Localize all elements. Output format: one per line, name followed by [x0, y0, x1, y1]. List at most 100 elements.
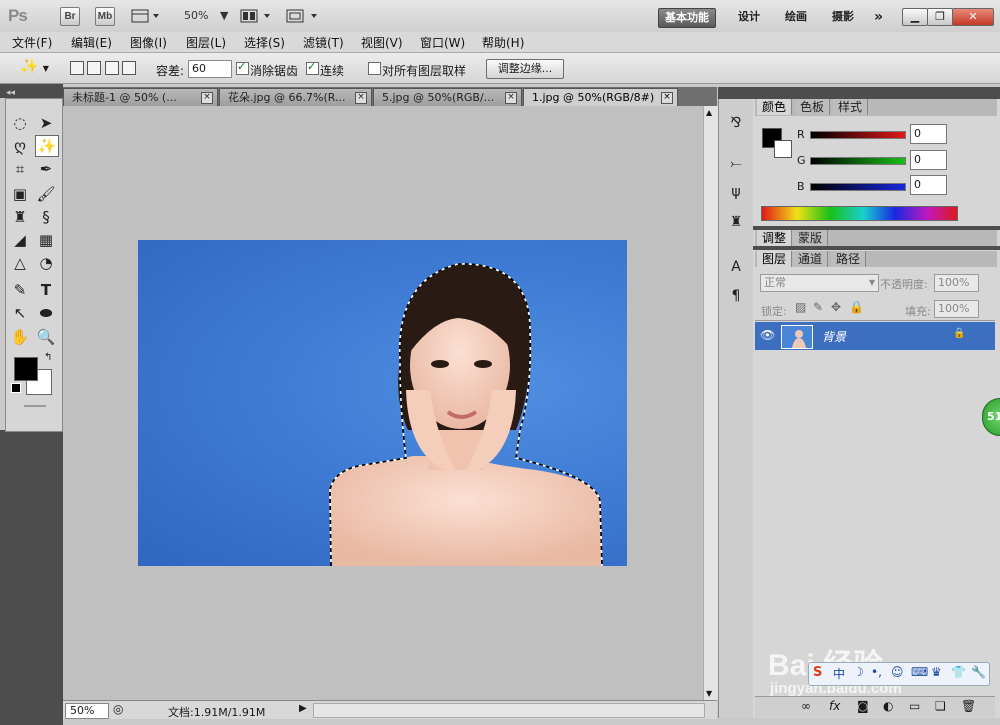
channel-r-slider[interactable]	[810, 131, 906, 139]
trash-icon[interactable]: 🗑	[961, 699, 976, 713]
character-panel-icon[interactable]: A	[723, 257, 749, 277]
restore-button[interactable]: ❐	[927, 8, 953, 26]
crop-tool-icon[interactable]: ⌗	[9, 159, 31, 179]
document-image[interactable]	[138, 240, 627, 566]
view-extras-dropdown[interactable]	[131, 8, 161, 24]
document-tab-active[interactable]: 1.jpg @ 50%(RGB/8#) ×	[523, 88, 678, 106]
default-colors-icon[interactable]	[11, 383, 21, 393]
ime-moon-icon[interactable]: ☽	[853, 665, 864, 679]
menu-window[interactable]: 窗口(W)	[420, 34, 465, 51]
eraser-tool-icon[interactable]: ◢	[9, 230, 31, 250]
history-brush-tool-icon[interactable]: §	[35, 207, 57, 227]
status-zoom-field[interactable]: 50%	[65, 703, 109, 719]
clone-source-icon[interactable]: ♜	[723, 212, 749, 232]
eye-visibility-icon[interactable]: 👁	[760, 328, 775, 342]
document-tab[interactable]: 未标题-1 @ 50% (... ×	[63, 88, 218, 106]
tolerance-input[interactable]: 60	[188, 60, 232, 78]
ime-hat-icon[interactable]: ♛	[931, 665, 942, 679]
close-button[interactable]: ✕	[952, 8, 994, 26]
shape-tool-icon[interactable]: ⬬	[35, 303, 57, 323]
tab-layers[interactable]: 图层	[757, 251, 793, 267]
channel-g-slider[interactable]	[810, 157, 906, 165]
channel-b-input[interactable]: 0	[910, 175, 947, 195]
workspace-photography[interactable]: 摄影	[826, 8, 860, 26]
document-tab[interactable]: 花朵.jpg @ 66.7%(R... ×	[219, 88, 372, 106]
link-layers-icon[interactable]: ∞	[801, 699, 811, 713]
lock-transparency-icon[interactable]: ▨	[795, 300, 806, 314]
brush-presets-icon[interactable]: ⤚	[723, 154, 749, 174]
layer-row[interactable]: 👁 背景 🔒	[755, 322, 995, 350]
ime-toolbar[interactable]: S 中 ☽ •, ☺ ⌨ ♛ 👕 🔧	[808, 662, 990, 686]
tab-masks[interactable]: 蒙版	[793, 230, 829, 246]
brush-panel-icon[interactable]: ψ	[723, 182, 749, 202]
toolbox-header[interactable]: ◂◂	[0, 84, 63, 98]
arrange-documents-dropdown[interactable]	[240, 8, 274, 24]
tab-styles[interactable]: 样式	[833, 99, 869, 115]
path-selection-tool-icon[interactable]: ↖	[9, 303, 31, 323]
brush-tool-icon[interactable]: 🖌	[35, 184, 57, 204]
screen-mode-dropdown[interactable]	[286, 8, 320, 24]
tab-swatches[interactable]: 色板	[795, 99, 831, 115]
new-group-icon[interactable]: ▭	[909, 699, 920, 713]
tab-paths[interactable]: 路径	[831, 251, 867, 267]
subtract-from-selection-icon[interactable]	[105, 61, 119, 75]
menu-filter[interactable]: 滤镜(T)	[303, 34, 344, 51]
tab-color[interactable]: 颜色	[757, 99, 793, 115]
scroll-down-icon[interactable]: ▼	[706, 689, 712, 698]
menu-help[interactable]: 帮助(H)	[482, 34, 524, 51]
quick-mask-icon[interactable]	[24, 405, 46, 407]
lock-all-icon[interactable]: 🔒	[849, 300, 864, 314]
ime-chinese-icon[interactable]: 中	[833, 665, 845, 682]
swap-colors-icon[interactable]: ↰	[44, 352, 52, 363]
ime-smile-icon[interactable]: ☺	[891, 665, 904, 679]
intersect-selection-icon[interactable]	[122, 61, 136, 75]
workspace-essentials[interactable]: 基本功能	[658, 8, 716, 28]
tab-channels[interactable]: 通道	[793, 251, 829, 267]
marquee-tool-icon[interactable]: ◌	[9, 113, 31, 133]
more-workspaces-button[interactable]: »	[868, 8, 889, 26]
hand-tool-icon[interactable]: ✋	[9, 327, 31, 347]
panels-header[interactable]	[753, 87, 1000, 99]
blur-tool-icon[interactable]: △	[9, 253, 31, 273]
new-layer-icon[interactable]: ❏	[935, 699, 946, 713]
vertical-scrollbar[interactable]: ▲ ▼	[703, 106, 718, 700]
lasso-tool-icon[interactable]: ღ	[9, 136, 31, 156]
antialias-checkbox[interactable]	[236, 60, 249, 75]
close-icon[interactable]: ×	[201, 92, 213, 104]
refine-edge-button[interactable]: 调整边缘...	[486, 59, 564, 79]
minimize-button[interactable]: ▁	[902, 8, 928, 26]
tab-adjustments[interactable]: 调整	[757, 230, 793, 246]
minibridge-button[interactable]: Mb	[95, 7, 115, 26]
color-spectrum-bar[interactable]	[761, 206, 958, 221]
layer-style-icon[interactable]: fx	[829, 699, 840, 713]
adjustment-layer-icon[interactable]: ◐	[883, 699, 893, 713]
menu-select[interactable]: 选择(S)	[244, 34, 285, 51]
move-tool-icon[interactable]: ➤	[35, 113, 57, 133]
add-to-selection-icon[interactable]	[87, 61, 101, 75]
status-menu-arrow-icon[interactable]: ▶	[299, 703, 307, 714]
tool-preset-picker[interactable]: ✨ ▼	[20, 57, 54, 79]
ime-wrench-icon[interactable]: 🔧	[971, 665, 986, 679]
close-icon[interactable]: ×	[505, 92, 517, 104]
lock-position-icon[interactable]: ✥	[831, 300, 841, 314]
lock-pixels-icon[interactable]: ✎	[813, 300, 823, 314]
magic-wand-tool-icon[interactable]: ✨	[35, 135, 59, 157]
eyedropper-tool-icon[interactable]: ✒	[35, 159, 57, 179]
opacity-input[interactable]: 100%	[934, 274, 979, 292]
menu-layer[interactable]: 图层(L)	[186, 34, 226, 51]
workspace-painting[interactable]: 绘画	[779, 8, 813, 26]
bridge-button[interactable]: Br	[60, 7, 80, 26]
channel-g-input[interactable]: 0	[910, 150, 947, 170]
blend-mode-select[interactable]: 正常 ▼	[760, 274, 879, 292]
add-mask-icon[interactable]: ◙	[857, 699, 869, 713]
ime-punct-icon[interactable]: •,	[871, 665, 882, 679]
horizontal-scrollbar[interactable]	[313, 703, 705, 718]
zoom-level-dropdown[interactable]: 50% ▼	[184, 9, 228, 22]
channel-b-slider[interactable]	[810, 183, 906, 191]
type-tool-icon[interactable]: T	[35, 280, 57, 300]
paragraph-panel-icon[interactable]: ¶	[723, 286, 749, 306]
color-panel-background-swatch[interactable]	[774, 140, 792, 158]
contiguous-checkbox[interactable]	[306, 60, 319, 75]
new-selection-icon[interactable]	[70, 61, 84, 75]
ime-keyboard-icon[interactable]: ⌨	[911, 665, 928, 679]
